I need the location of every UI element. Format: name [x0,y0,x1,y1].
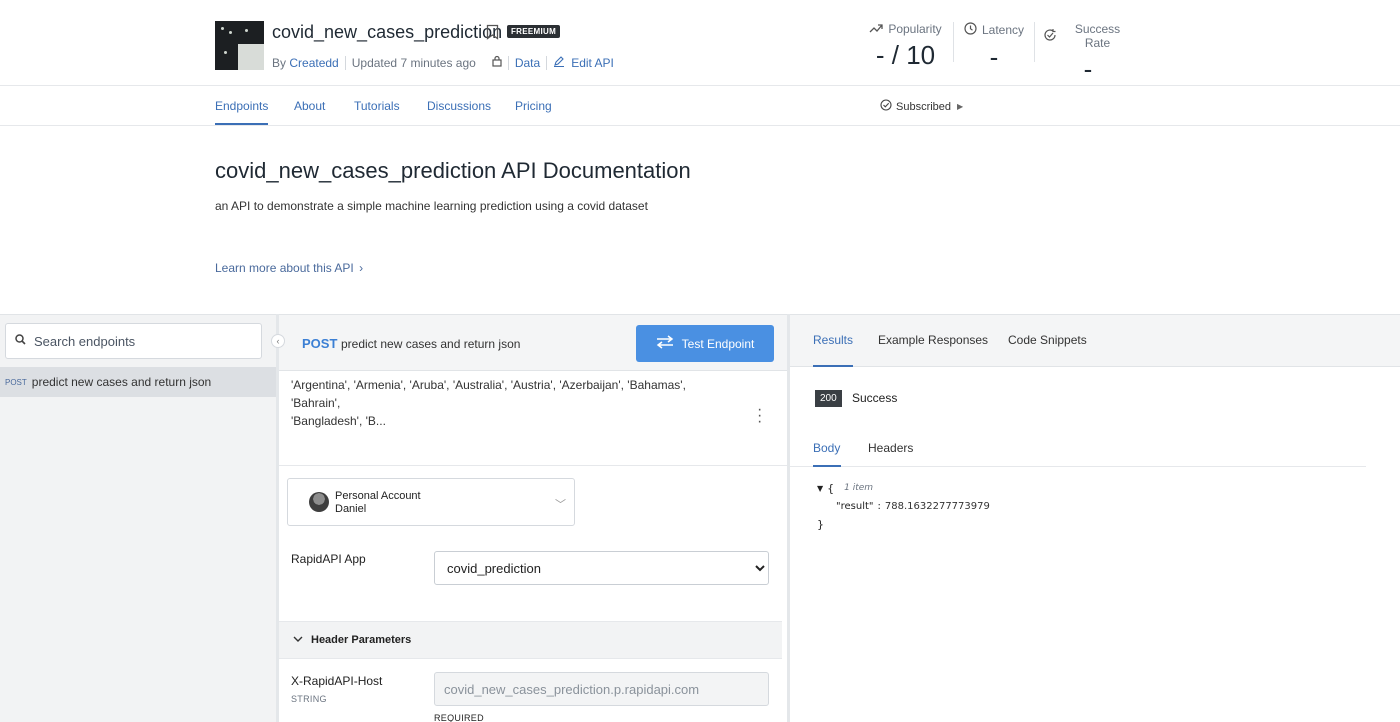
header-parameters-title: Header Parameters [311,634,412,646]
host-param-label: X-RapidAPI-Host [291,674,383,688]
caret-right-icon: ▶ [957,102,964,111]
endpoint-list-item[interactable]: POST predict new cases and return json [0,367,276,397]
tab-endpoints[interactable]: Endpoints [215,99,268,113]
doc-title: covid_new_cases_prediction API Documenta… [215,158,691,183]
tab-body[interactable]: Body [813,441,840,455]
subscribed-button[interactable]: Subscribed ▶ [880,99,963,114]
clock-icon [964,22,977,38]
header-parameters-toggle[interactable]: Header Parameters [279,621,782,659]
endpoint-name: predict new cases and return json [341,337,521,351]
avatar [309,492,329,512]
trending-up-icon [869,22,883,36]
stat-latency: Latency - [962,22,1026,73]
tab-tutorials[interactable]: Tutorials [354,99,400,113]
endpoint-name: predict new cases and return json [31,375,212,389]
request-panel: POST predict new cases and return json T… [279,314,787,722]
status-text: Success [852,391,898,405]
results-panel: Results Example Responses Code Snippets … [790,314,1400,722]
json-colon: : [877,500,881,512]
more-vertical-icon[interactable]: · · · [757,402,762,430]
bookmark-icon[interactable] [486,24,499,45]
stat-success-rate: Success Rate - [1043,22,1133,85]
json-close-brace: } [817,517,824,531]
endpoint-method: POST [5,377,27,387]
author-link[interactable]: Createdd [289,56,338,70]
check-refresh-icon [1043,28,1057,45]
endpoint-method: POST [302,336,338,351]
subscribed-label: Subscribed [896,100,952,113]
json-open-brace: { [827,481,835,495]
stat-value: - [989,42,999,72]
chevron-down-icon [293,634,303,646]
test-endpoint-label: Test Endpoint [681,336,755,351]
countries-line-2: 'Bangladesh', 'B... [291,414,386,428]
endpoints-sidebar: POST predict new cases and return json [0,314,276,722]
tab-pricing[interactable]: Pricing [515,99,552,113]
plan-badge: FREEMIUM [507,25,561,38]
doc-description: an API to demonstrate a simple machine l… [215,199,648,213]
search-box[interactable] [5,323,262,359]
status-code-badge: 200 [815,390,842,407]
tab-discussions[interactable]: Discussions [427,99,491,113]
account-name: Daniel [335,503,367,515]
collapse-caret-icon[interactable]: ▼ [817,484,823,493]
api-thumbnail [215,21,264,70]
app-select[interactable]: covid_prediction [434,551,769,585]
stat-value: - [1083,54,1093,84]
by-label: By [272,55,287,70]
tab-results[interactable]: Results [813,333,853,347]
host-param-type: STRING [291,694,327,704]
app-label: RapidAPI App [291,552,366,566]
test-endpoint-button[interactable]: Test Endpoint [636,325,774,362]
tab-code-snippets[interactable]: Code Snippets [1008,333,1087,347]
body-tabs: Body Headers [790,429,1366,467]
stat-popularity: Popularity - / 10 [868,22,943,71]
tab-about[interactable]: About [294,99,325,113]
account-type: Personal Account [335,490,421,502]
edit-api-link[interactable]: Edit API [571,56,614,70]
endpoint-header: POST predict new cases and return json T… [279,315,787,371]
json-viewer: ▼ { 1 item "result" : 788.1632277773979 … [817,479,990,533]
api-tabs: Endpoints About Tutorials Discussions Pr… [0,86,1400,126]
stat-label: Latency [981,23,1025,37]
data-link[interactable]: Data [515,56,540,70]
stat-label: Success Rate [1074,22,1121,50]
active-tab-indicator [813,465,841,467]
swap-arrows-icon [656,335,674,352]
host-input[interactable] [434,672,769,706]
updated-text: Updated 7 minutes ago [351,55,476,70]
parameter-description: 'Argentina', 'Armenia', 'Aruba', 'Austra… [291,376,731,430]
learn-more-link[interactable]: Learn more about this API › [215,261,363,275]
active-tab-indicator [813,365,853,367]
chevron-down-icon: ﹀ [555,499,566,511]
json-key: "result" [836,500,874,512]
check-circle-icon [880,99,892,114]
search-endpoints-input[interactable] [34,333,244,349]
json-item-count: 1 item [844,483,874,493]
json-value: 788.1632277773979 [884,500,990,512]
results-tabs: Results Example Responses Code Snippets [790,315,1400,367]
divider [279,465,787,466]
chevron-left-icon[interactable]: ‹ [271,334,285,348]
learn-more-label: Learn more about this API [215,261,354,275]
tab-headers[interactable]: Headers [868,441,913,455]
countries-line-1: 'Argentina', 'Armenia', 'Aruba', 'Austra… [291,378,686,410]
pencil-icon [553,55,565,70]
search-icon [15,332,26,350]
required-label: REQUIRED [434,713,484,722]
active-tab-indicator [215,123,268,125]
lock-icon [492,55,502,70]
api-meta: By Createdd Updated 7 minutes ago Data E… [272,55,614,70]
chevron-right-icon: › [359,261,364,275]
account-selector[interactable]: Personal Account Daniel ﹀ [287,478,575,526]
stat-label: Popularity [888,22,942,36]
stat-value: - / 10 [875,40,936,70]
api-title: covid_new_cases_prediction [272,22,503,42]
tab-example-responses[interactable]: Example Responses [878,333,988,347]
api-header: covid_new_cases_prediction FREEMIUM By C… [0,0,1400,86]
